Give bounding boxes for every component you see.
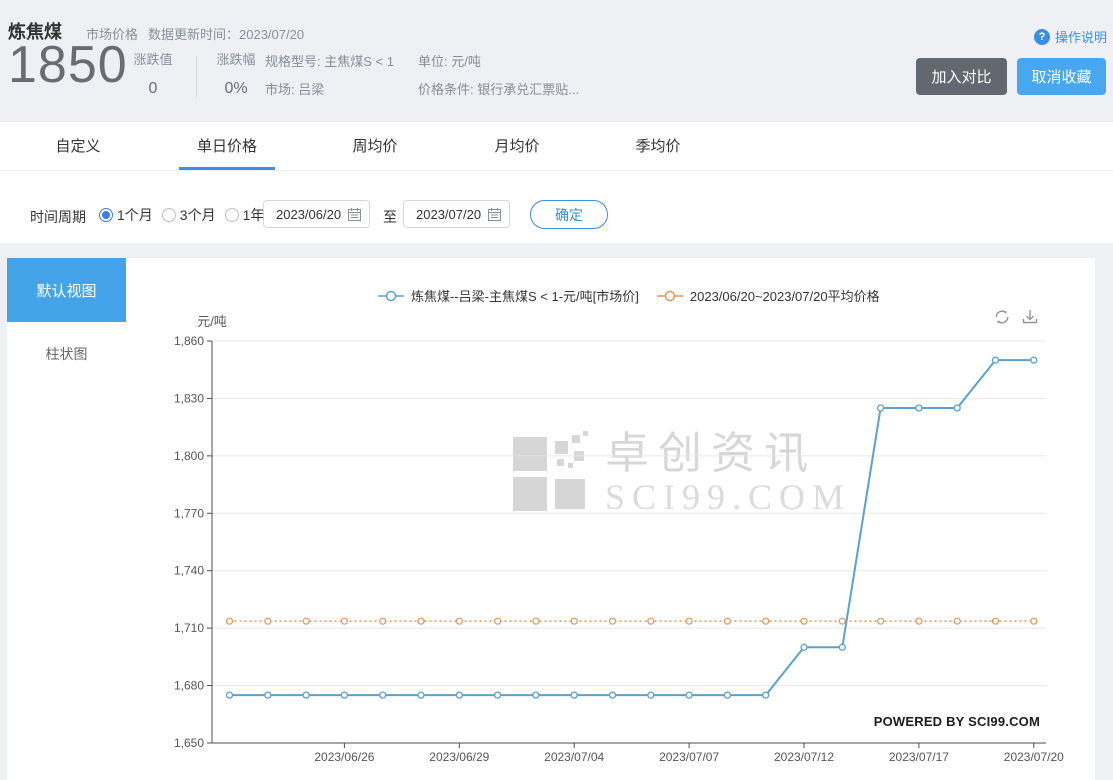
- tab-bar: 自定义 单日价格 周均价 月均价 季均价: [0, 122, 1113, 171]
- date-from-value: 2023/06/20: [276, 206, 342, 222]
- svg-text:2023/06/26: 2023/06/26: [314, 750, 374, 764]
- tab-monthly-avg[interactable]: 月均价: [472, 122, 562, 169]
- radio-1year-label: 1年: [242, 207, 265, 223]
- change-value: 0: [148, 80, 158, 97]
- add-to-compare-button[interactable]: 加入对比: [916, 58, 1007, 95]
- radio-3month-circle[interactable]: [161, 208, 176, 222]
- legend-item-average-price[interactable]: 2023/06/20~2023/07/20平均价格: [656, 286, 880, 305]
- radio-3month-label: 3个月: [179, 207, 216, 223]
- condition-label: 价格条件:: [418, 82, 474, 97]
- svg-text:1,860: 1,860: [174, 334, 204, 348]
- date-to-input[interactable]: 2023/07/20: [403, 200, 510, 228]
- spec-market-block: 规格型号: 主焦煤S < 1 市场: 吕梁: [265, 48, 394, 104]
- change-value-label: 涨跌值: [133, 52, 173, 67]
- market-row: 市场: 吕梁: [265, 76, 394, 104]
- confirm-button[interactable]: 确定: [530, 200, 608, 229]
- svg-text:1,800: 1,800: [174, 449, 204, 463]
- tab-custom[interactable]: 自定义: [33, 122, 123, 169]
- unit-value: 元/吨: [451, 54, 481, 69]
- change-pct-label: 涨跌幅: [216, 52, 256, 67]
- chart-legend: 炼焦煤--吕梁-主焦煤S < 1-元/吨[市场价] 2023/06/20~202…: [378, 286, 880, 305]
- svg-text:1,830: 1,830: [174, 391, 204, 405]
- svg-text:1,740: 1,740: [174, 564, 204, 578]
- radio-1year-circle[interactable]: [224, 208, 239, 222]
- tabs-filter-card: 自定义 单日价格 周均价 月均价 季均价 时间周期 1个月 3个月 1年 202…: [0, 122, 1113, 243]
- tab-weekly-avg[interactable]: 周均价: [330, 122, 420, 169]
- calendar-icon: [488, 207, 501, 221]
- radio-1month-circle[interactable]: [99, 208, 113, 222]
- svg-text:1,770: 1,770: [174, 506, 204, 520]
- svg-text:1,680: 1,680: [174, 679, 204, 693]
- chart-card: 默认视图 柱状图 炼焦煤--吕梁-主焦煤S < 1-元/吨[市场价] 2023/…: [7, 258, 1095, 780]
- radio-1month-label: 1个月: [117, 207, 153, 223]
- legend-label-market-price: 炼焦煤--吕梁-主焦煤S < 1-元/吨[市场价]: [411, 289, 639, 304]
- question-icon: ?: [1033, 28, 1050, 45]
- time-period-label: 时间周期: [30, 209, 86, 225]
- market-label: 市场:: [265, 82, 295, 97]
- calendar-icon: [348, 207, 361, 221]
- unit-label: 单位:: [418, 54, 448, 69]
- chart-toolbar: [993, 308, 1039, 326]
- download-icon[interactable]: [1021, 308, 1039, 326]
- svg-text:1,650: 1,650: [174, 736, 204, 750]
- condition-row: 价格条件: 银行承兑汇票贴...: [418, 76, 579, 104]
- date-to-word: 至: [383, 209, 397, 225]
- svg-text:2023/07/17: 2023/07/17: [889, 750, 949, 764]
- radio-3month[interactable]: 3个月: [161, 205, 216, 225]
- spec-label: 规格型号:: [265, 54, 321, 69]
- svg-text:1,710: 1,710: [174, 621, 204, 635]
- line-marker-icon: [656, 290, 683, 301]
- current-price: 1850: [8, 36, 128, 94]
- period-radio-group: 1个月 3个月 1年: [99, 205, 264, 225]
- update-time-label: 数据更新时间：: [148, 27, 240, 42]
- legend-item-market-price[interactable]: 炼焦煤--吕梁-主焦煤S < 1-元/吨[市场价]: [378, 286, 639, 305]
- sidebar-item-default-view[interactable]: 默认视图: [7, 258, 126, 322]
- radio-1month[interactable]: 1个月: [99, 205, 153, 225]
- powered-by-label: POWERED BY SCI99.COM: [873, 714, 1040, 729]
- unit-row: 单位: 元/吨: [418, 48, 579, 76]
- date-from-input[interactable]: 2023/06/20: [263, 200, 370, 228]
- divider: [196, 56, 197, 98]
- svg-text:2023/07/04: 2023/07/04: [544, 750, 604, 764]
- unit-condition-block: 单位: 元/吨 价格条件: 银行承兑汇票贴...: [418, 48, 579, 104]
- svg-text:元/吨: 元/吨: [197, 314, 227, 329]
- svg-text:2023/07/12: 2023/07/12: [774, 750, 834, 764]
- date-to-value: 2023/07/20: [416, 206, 482, 222]
- cancel-favorite-button[interactable]: 取消收藏: [1017, 58, 1106, 95]
- refresh-icon[interactable]: [993, 308, 1011, 326]
- change-pct: 0%: [224, 80, 248, 97]
- svg-text:2023/07/07: 2023/07/07: [659, 750, 719, 764]
- update-time-value: 2023/07/20: [239, 27, 305, 42]
- spec-value: 主焦煤S < 1: [324, 54, 394, 69]
- change-value-block: 涨跌值 0: [130, 49, 176, 98]
- radio-1year[interactable]: 1年: [224, 205, 265, 225]
- update-time: 数据更新时间：2023/07/20: [148, 24, 304, 43]
- legend-label-average-price: 2023/06/20~2023/07/20平均价格: [689, 289, 880, 304]
- header: 炼焦煤 市场价格 数据更新时间：2023/07/20 ? 操作说明 1850 涨…: [0, 0, 1113, 122]
- tab-quarterly-avg[interactable]: 季均价: [613, 122, 703, 169]
- spec-row: 规格型号: 主焦煤S < 1: [265, 48, 394, 76]
- change-pct-block: 涨跌幅 0%: [211, 49, 261, 98]
- tab-daily-price[interactable]: 单日价格: [179, 122, 275, 170]
- price-detail-page: 炼焦煤 市场价格 数据更新时间：2023/07/20 ? 操作说明 1850 涨…: [0, 0, 1113, 780]
- help-link[interactable]: ? 操作说明: [1033, 27, 1107, 46]
- svg-text:2023/07/20: 2023/07/20: [1004, 750, 1064, 764]
- sidebar-item-bar-chart[interactable]: 柱状图: [7, 336, 126, 372]
- line-marker-icon: [378, 290, 404, 301]
- svg-text:2023/06/29: 2023/06/29: [429, 750, 489, 764]
- market-value: 吕梁: [298, 82, 325, 97]
- price-line-chart: 1,650 1,680 1,710 1,740 1,770 1,800 1,830 1,860…: [174, 314, 1064, 764]
- condition-value: 银行承兑汇票贴...: [477, 82, 580, 97]
- help-label: 操作说明: [1054, 30, 1107, 45]
